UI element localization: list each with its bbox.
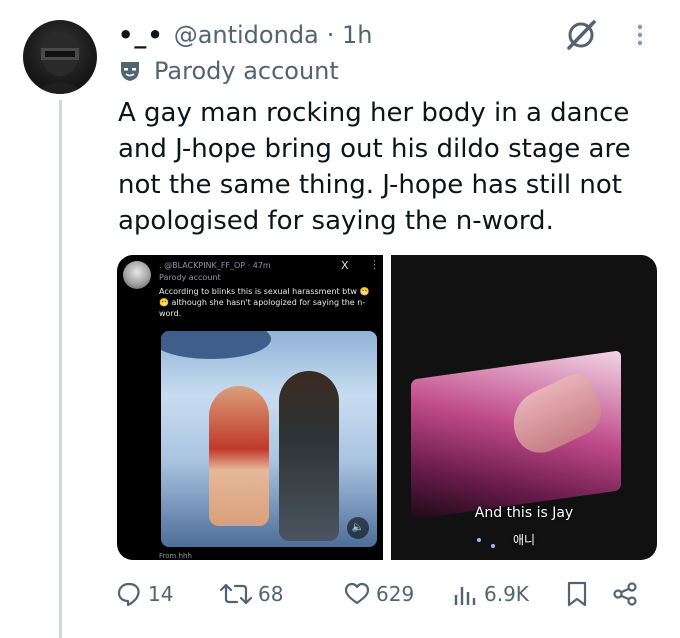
bookmark-icon: [567, 581, 587, 607]
share-icon: [613, 582, 637, 606]
parody-label: Parody account: [118, 56, 339, 86]
display-name[interactable]: •_•: [118, 21, 164, 49]
views-button[interactable]: 6.9K: [452, 578, 529, 610]
dancer-figure: [209, 386, 269, 526]
embedded-header: . @BLACKPINK_FF_OP · 47m: [159, 261, 271, 270]
embedded-more-icon: ⋮: [369, 258, 380, 271]
embedded-text: According to blinks this is sexual haras…: [159, 287, 370, 318]
parody-text: Parody account: [154, 57, 339, 85]
embedded-avatar: [123, 261, 151, 289]
media-video-still[interactable]: And this is Jay 애니: [391, 255, 657, 560]
share-button[interactable]: [612, 578, 644, 610]
handle[interactable]: @antidonda: [174, 21, 319, 49]
like-button[interactable]: 629: [344, 578, 414, 610]
dancer-figure: [279, 371, 339, 541]
embedded-video: 🔈: [161, 331, 377, 547]
repost-button[interactable]: 68: [220, 578, 283, 610]
views-icon: [454, 587, 476, 605]
tweet-text: A gay man rocking her body in a dance an…: [118, 98, 631, 236]
stage-arc: [161, 331, 271, 359]
thread-line: [59, 100, 62, 638]
grok-icon[interactable]: [564, 18, 598, 52]
timestamp[interactable]: · 1h: [327, 21, 373, 49]
embedded-x-logo: X: [341, 259, 349, 272]
action-bar: 14 68 629 6.9K: [116, 578, 646, 610]
video-subtitle-korean: 애니: [512, 533, 536, 547]
reply-count: 14: [148, 582, 174, 606]
heart-icon: [344, 582, 370, 605]
mask-icon: [121, 62, 139, 81]
embedded-parody-label: Parody account: [159, 273, 221, 282]
tweet-header: •_• @antidonda · 1h: [118, 18, 373, 52]
more-icon[interactable]: [630, 18, 650, 52]
bookmark-button[interactable]: [566, 578, 594, 610]
video-subtitle: And this is Jay: [474, 505, 574, 521]
avatar[interactable]: [23, 20, 97, 94]
mute-icon: 🔈: [347, 517, 369, 539]
like-count: 629: [376, 582, 415, 606]
reply-icon: [117, 582, 140, 607]
repost-icon: [220, 583, 252, 605]
views-count: 6.9K: [484, 582, 529, 606]
repost-count: 68: [258, 582, 284, 606]
media-embedded-tweet[interactable]: . @BLACKPINK_FF_OP · 47m X ⋮ Parody acco…: [117, 255, 383, 560]
reply-button[interactable]: 14: [116, 578, 173, 610]
embedded-from: From hhh: [159, 552, 192, 560]
